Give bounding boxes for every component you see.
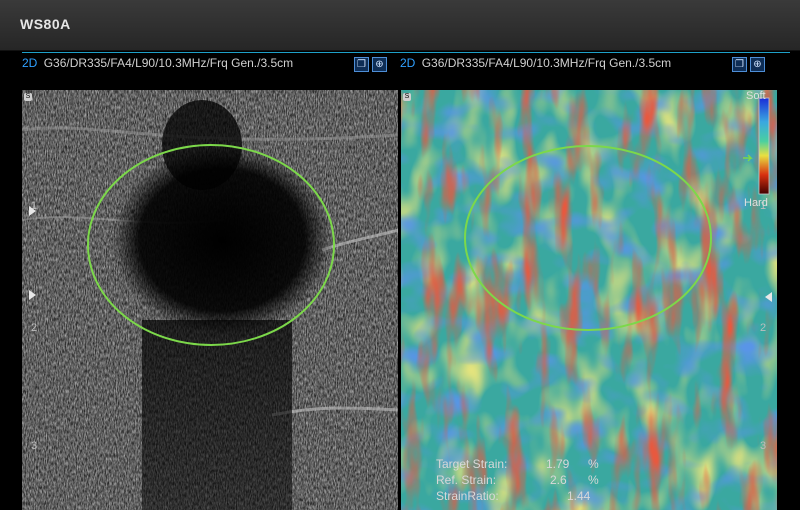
ref-strain-value: 2.6	[550, 473, 567, 487]
colorbar-hard-label: Hard	[744, 197, 768, 209]
left-depth-2: 2	[31, 322, 38, 334]
focus-marker[interactable]	[29, 206, 36, 216]
ref-strain-unit: %	[588, 473, 599, 487]
colorbar-soft-label: Soft	[746, 90, 766, 102]
strain-ratio-label: StrainRatio:	[436, 489, 499, 503]
focus-marker[interactable]	[765, 292, 772, 302]
right-corner-mark: S	[403, 93, 411, 101]
ref-strain-label: Ref. Strain:	[436, 473, 497, 487]
freeze-icon[interactable]: ⊕	[750, 57, 765, 72]
right-depth-3: 3	[760, 440, 767, 452]
app-title: WS80A	[20, 16, 71, 32]
left-mode-label[interactable]: 2D	[22, 56, 37, 70]
title-bar: WS80A	[0, 0, 800, 51]
elastography-image[interactable]	[401, 90, 777, 510]
right-mode-label[interactable]: 2D	[400, 56, 415, 70]
left-panel-header: 2D G36/DR335/FA4/L90/10.3MHz/Frq Gen./3.…	[22, 52, 412, 75]
right-params-label: G36/DR335/FA4/L90/10.3MHz/Frq Gen./3.5cm	[421, 56, 672, 70]
left-depth-3: 3	[31, 440, 38, 452]
elasticity-colorbar	[758, 97, 770, 195]
freeze-icon[interactable]: ⊕	[372, 57, 387, 72]
strain-ratio-value: 1.44	[567, 489, 591, 503]
zoom-icon[interactable]: ❐	[732, 57, 747, 72]
left-corner-mark: S	[24, 93, 32, 101]
zoom-icon[interactable]: ❐	[354, 57, 369, 72]
right-panel-header: 2D G36/DR335/FA4/L90/10.3MHz/Frq Gen./3.…	[400, 52, 790, 75]
target-strain-value: 1.79	[546, 457, 570, 471]
left-params-label: G36/DR335/FA4/L90/10.3MHz/Frq Gen./3.5cm	[43, 56, 294, 70]
focus-marker[interactable]	[29, 290, 36, 300]
target-strain-unit: %	[588, 457, 599, 471]
target-strain-label: Target Strain:	[436, 457, 508, 471]
right-depth-2: 2	[760, 322, 767, 334]
bmode-image[interactable]	[22, 90, 398, 510]
